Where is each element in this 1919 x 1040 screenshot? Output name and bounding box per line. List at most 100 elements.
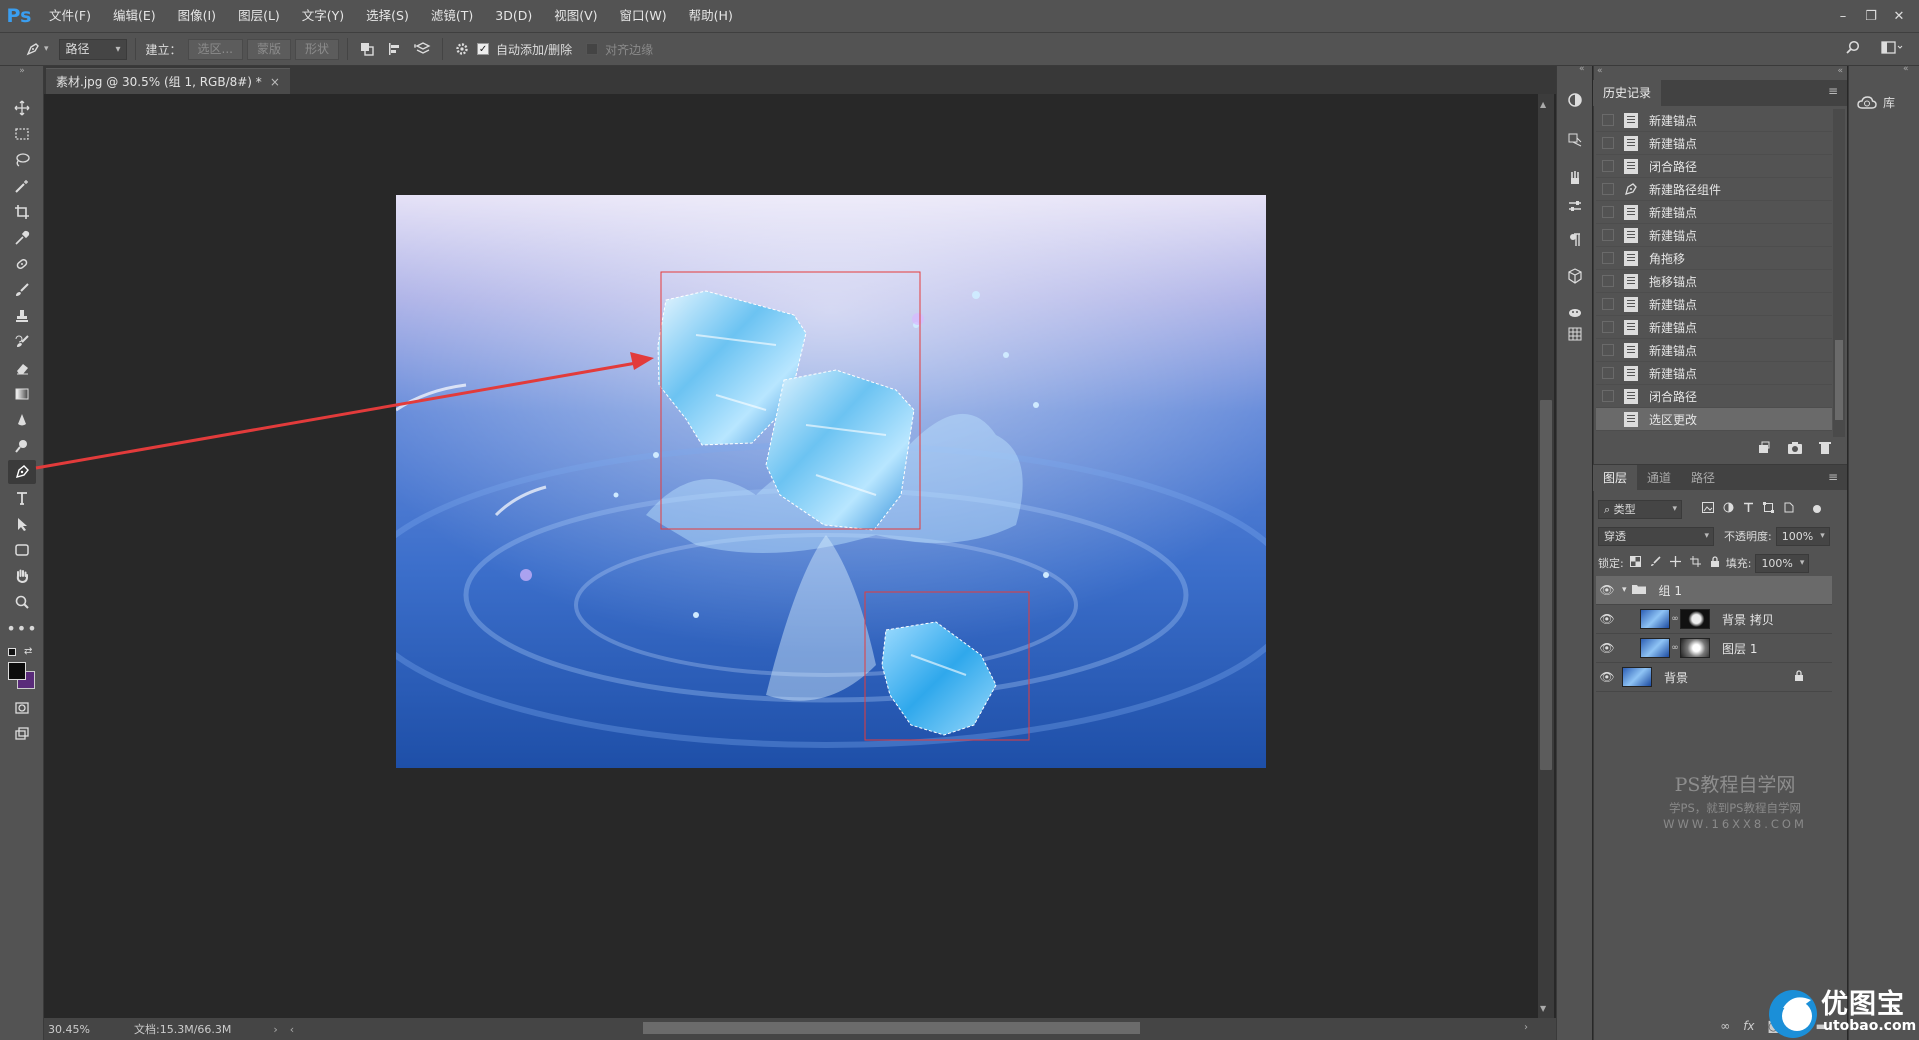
scroll-left-icon[interactable]: ‹ — [290, 1023, 294, 1036]
zoom-level[interactable]: 30.45% — [48, 1023, 118, 1036]
tab-channels[interactable]: 通道 — [1637, 465, 1681, 491]
history-item[interactable]: 新建锚点 — [1596, 109, 1832, 132]
paragraph-icon[interactable] — [1563, 228, 1587, 252]
layer-comps-icon[interactable] — [1563, 300, 1587, 324]
lock-all-icon[interactable] — [1710, 556, 1720, 570]
filter-smart-object-icon[interactable] — [1783, 502, 1794, 516]
lock-artboard-icon[interactable] — [1689, 556, 1701, 570]
history-scroll-thumb[interactable] — [1835, 340, 1843, 420]
opacity-value[interactable]: 100% — [1775, 526, 1830, 546]
grid-panel-icon[interactable] — [1563, 322, 1587, 346]
layer-filter-select[interactable]: ⌕ 类型 — [1598, 499, 1682, 519]
scroll-right-icon[interactable]: › — [1524, 1022, 1528, 1033]
layer-row-background[interactable]: 👁 背景 — [1596, 663, 1832, 692]
layer-row-background-copy[interactable]: 👁 ∞ 背景 拷贝 — [1596, 605, 1832, 634]
lock-icon — [1794, 670, 1804, 684]
layer-mask-thumbnail[interactable] — [1680, 609, 1710, 629]
visibility-eye-icon[interactable]: 👁 — [1596, 612, 1618, 626]
layers-panel-menu-icon[interactable]: ≡ — [1828, 470, 1838, 484]
link-chain-icon[interactable]: ∞ — [1670, 643, 1680, 653]
history-item[interactable]: 角拖移 — [1596, 247, 1832, 270]
history-snapshot-checkbox[interactable] — [1602, 229, 1614, 241]
history-item[interactable]: 新建锚点 — [1596, 362, 1832, 385]
history-item[interactable]: 新建锚点 — [1596, 201, 1832, 224]
lock-image-icon[interactable] — [1650, 556, 1661, 570]
history-snapshot-checkbox[interactable] — [1602, 298, 1614, 310]
collapse-left-icon[interactable]: « — [1597, 66, 1603, 80]
history-snapshot-checkbox[interactable] — [1602, 413, 1614, 425]
history-snapshot-checkbox[interactable] — [1602, 160, 1614, 172]
history-snapshot-checkbox[interactable] — [1602, 114, 1614, 126]
history-snapshot-checkbox[interactable] — [1602, 206, 1614, 218]
history-snapshot-checkbox[interactable] — [1602, 252, 1614, 264]
history-snapshot-checkbox[interactable] — [1602, 321, 1614, 333]
history-item-label: 新建路径组件 — [1649, 182, 1722, 197]
watermark: PS教程自学网 学PS，就到PS教程自学网 WWW.16XX8.COM — [1640, 770, 1830, 831]
clone-source-icon[interactable] — [1563, 128, 1587, 152]
visibility-eye-icon[interactable]: 👁 — [1596, 670, 1618, 684]
tab-layers[interactable]: 图层 — [1593, 465, 1638, 491]
scroll-up-icon[interactable]: ▲ — [1540, 100, 1546, 109]
lock-position-icon[interactable] — [1669, 556, 1681, 570]
expand-group-icon[interactable]: ▾ — [1622, 585, 1627, 595]
history-item[interactable]: 拖移锚点 — [1596, 270, 1832, 293]
history-panel-menu-icon[interactable]: ≡ — [1828, 84, 1838, 98]
new-document-from-state-icon[interactable] — [1757, 441, 1771, 459]
tab-history[interactable]: 历史记录 — [1593, 80, 1662, 106]
bird-logo-icon — [1769, 990, 1817, 1038]
fill-value[interactable]: 100% — [1755, 553, 1810, 573]
blend-mode-select[interactable]: 穿透 — [1598, 526, 1714, 546]
tab-paths[interactable]: 路径 — [1681, 465, 1725, 491]
history-item-label: 新建锚点 — [1649, 366, 1698, 381]
layer-row-group[interactable]: 👁 ▾ 组 1 — [1596, 576, 1832, 605]
history-snapshot-checkbox[interactable] — [1602, 344, 1614, 356]
layer-row-layer-1[interactable]: 👁 ∞ 图层 1 — [1596, 634, 1832, 663]
history-snapshot-checkbox[interactable] — [1602, 183, 1614, 195]
color-panel-icon[interactable] — [1563, 88, 1587, 112]
brush-presets-icon[interactable] — [1563, 166, 1587, 190]
document-icon — [1624, 365, 1638, 381]
document-icon — [1624, 250, 1638, 266]
layer-mask-thumbnail[interactable] — [1680, 638, 1710, 658]
document-size: 文档:15.3M/66.3M — [134, 1023, 232, 1036]
filter-toggle-icon[interactable] — [1813, 505, 1821, 513]
history-item[interactable]: 新建锚点 — [1596, 316, 1832, 339]
status-menu-icon[interactable]: › — [273, 1023, 277, 1036]
history-item[interactable]: 新建锚点 — [1596, 339, 1832, 362]
filter-pixel-icon[interactable] — [1702, 502, 1714, 516]
collapse-strip-icon[interactable]: « — [1579, 64, 1585, 74]
filter-type-icon[interactable] — [1743, 502, 1754, 516]
history-item[interactable]: 闭合路径 — [1596, 155, 1832, 178]
history-list: 新建锚点 新建锚点 闭合路径 新建路径组件 新建锚点 新建锚点 角拖移 拖移锚点 新建锚点 新建锚… — [1596, 109, 1832, 437]
history-item[interactable]: 新建锚点 — [1596, 224, 1832, 247]
layer-name: 图层 1 — [1722, 641, 1758, 656]
history-item[interactable]: 选区更改 — [1596, 408, 1832, 431]
history-item[interactable]: 新建锚点 — [1596, 132, 1832, 155]
history-snapshot-checkbox[interactable] — [1602, 367, 1614, 379]
trash-icon[interactable] — [1819, 441, 1831, 459]
history-item[interactable]: 新建路径组件 — [1596, 178, 1832, 201]
adjustments-icon[interactable] — [1563, 194, 1587, 218]
scroll-down-icon[interactable]: ▼ — [1540, 1004, 1546, 1013]
history-snapshot-checkbox[interactable] — [1602, 275, 1614, 287]
3d-panel-icon[interactable] — [1563, 264, 1587, 288]
visibility-eye-icon[interactable]: 👁 — [1596, 583, 1618, 597]
history-snapshot-checkbox[interactable] — [1602, 137, 1614, 149]
history-snapshot-checkbox[interactable] — [1602, 390, 1614, 402]
history-item[interactable]: 闭合路径 — [1596, 385, 1832, 408]
link-chain-icon[interactable]: ∞ — [1670, 614, 1680, 624]
horizontal-scroll-thumb[interactable] — [643, 1022, 1140, 1034]
filter-adjustment-icon[interactable] — [1723, 502, 1734, 516]
layer-style-icon[interactable]: fx — [1743, 1019, 1754, 1033]
vertical-scroll-thumb[interactable] — [1540, 400, 1552, 770]
libraries-button[interactable]: 库 — [1857, 94, 1895, 111]
visibility-eye-icon[interactable]: 👁 — [1596, 641, 1618, 655]
filter-shape-icon[interactable] — [1763, 502, 1774, 516]
link-layers-icon[interactable]: ∞ — [1720, 1019, 1730, 1033]
collapse-library-icon[interactable]: « — [1903, 64, 1909, 74]
camera-icon[interactable] — [1787, 441, 1803, 459]
document-icon — [1624, 319, 1638, 335]
lock-transparent-icon[interactable] — [1629, 556, 1641, 570]
collapse-right-icon[interactable]: « — [1837, 66, 1843, 80]
history-item[interactable]: 新建锚点 — [1596, 293, 1832, 316]
